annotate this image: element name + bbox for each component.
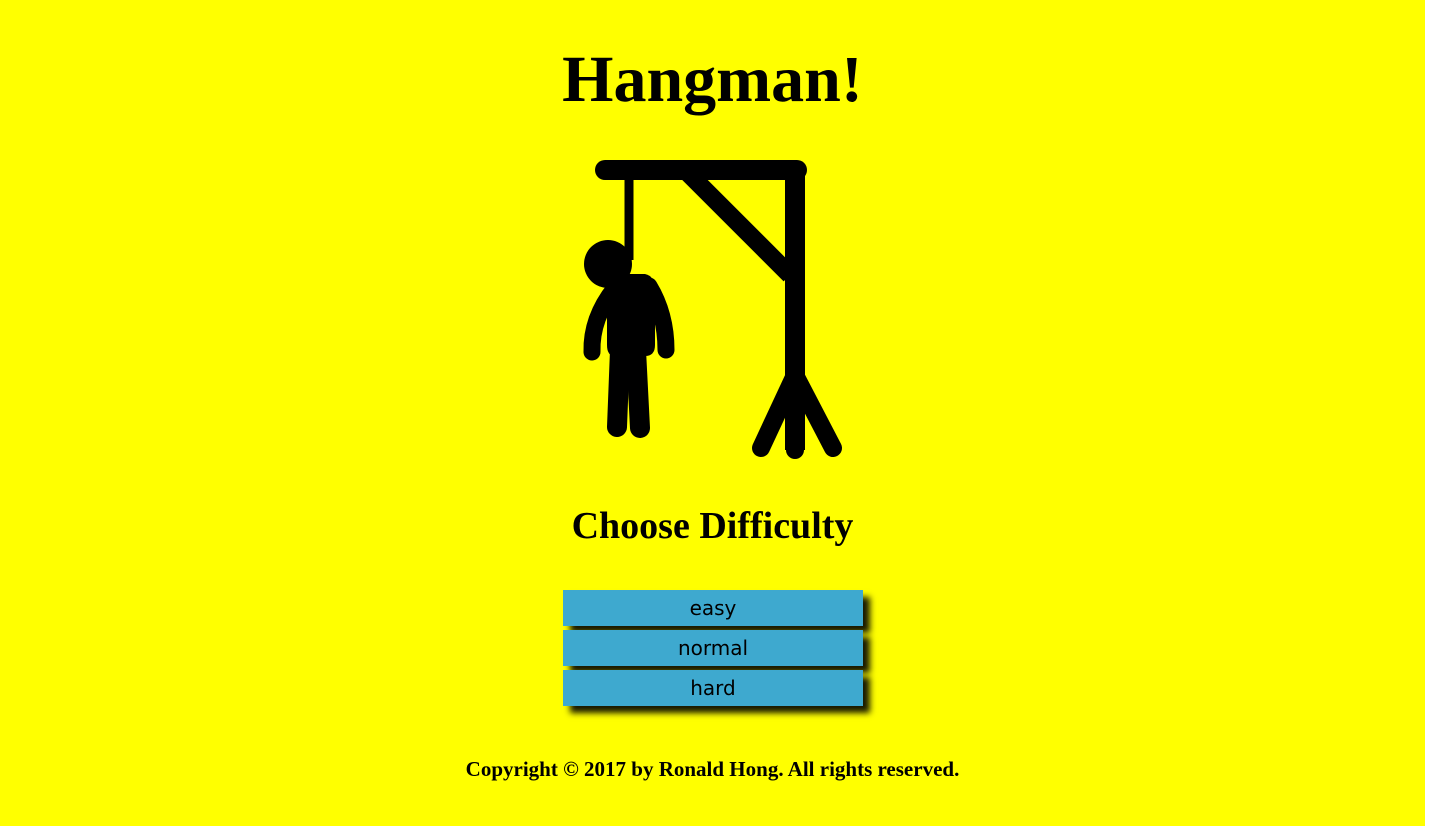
hanged-man-gallows-icon xyxy=(583,160,842,459)
difficulty-heading: Choose Difficulty xyxy=(571,505,854,547)
page-title: Hangman! xyxy=(562,43,863,116)
difficulty-button-group: easy normal hard xyxy=(563,590,863,710)
page-background: Hangman! Choose Difficulty easy normal h… xyxy=(0,0,1425,826)
hard-button[interactable]: hard xyxy=(563,670,863,706)
hangman-illustration xyxy=(575,150,855,470)
copyright-footer: Copyright © 2017 by Ronald Hong. All rig… xyxy=(465,757,960,781)
easy-button[interactable]: easy xyxy=(563,590,863,626)
normal-button[interactable]: normal xyxy=(563,630,863,666)
